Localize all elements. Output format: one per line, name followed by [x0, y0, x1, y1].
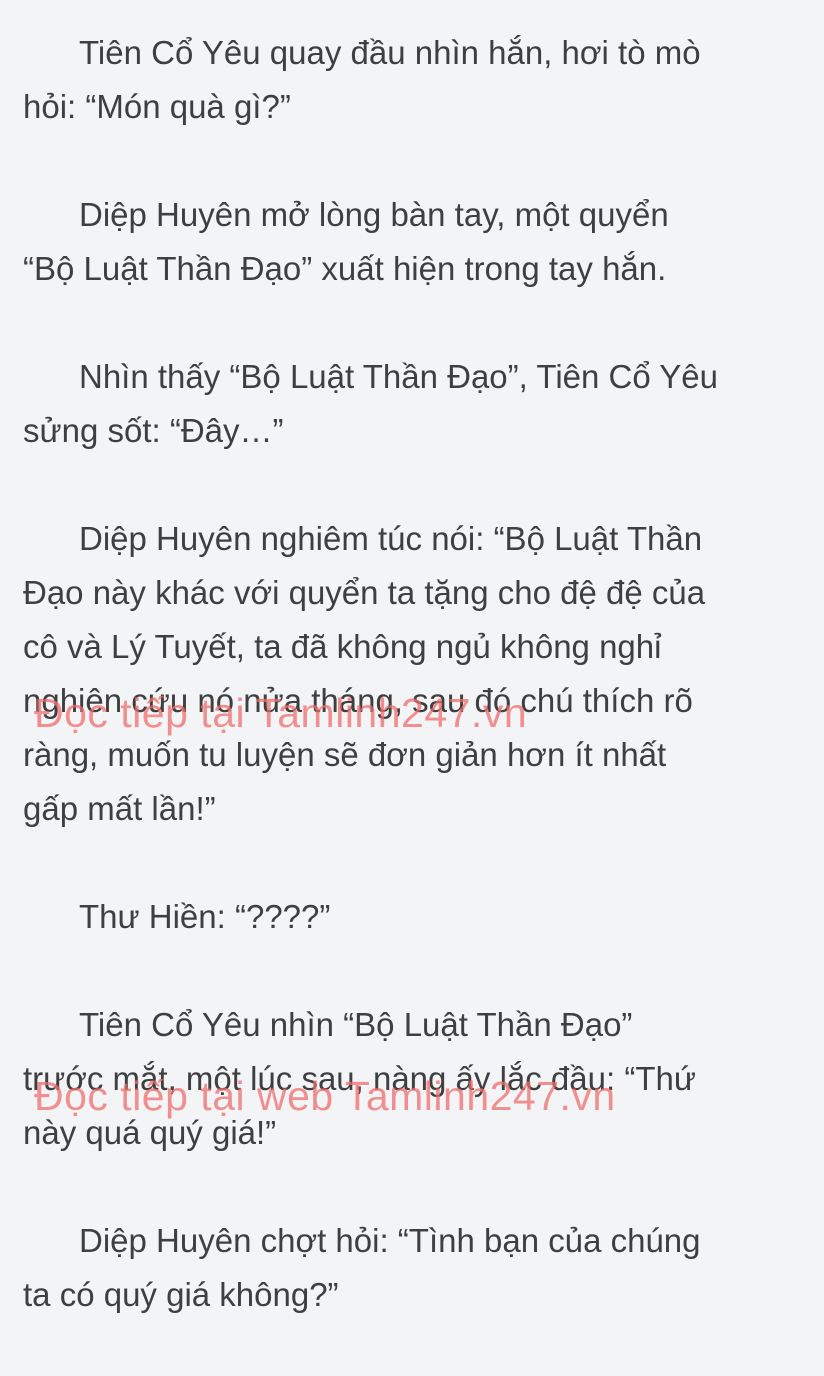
text-line: sửng sốt: “Đây…”	[23, 412, 284, 449]
text-line: Diệp Huyên mở lòng bàn tay, một quyển	[79, 196, 669, 233]
text-line: hỏi: “Món quà gì?”	[23, 88, 291, 125]
paragraph: Tiên Cổ Yêu nhìn “Bộ Luật Thần Đạo” trước…	[23, 998, 813, 1160]
text-line: Thư Hiền: “????”	[79, 898, 331, 935]
paragraph: Diệp Huyên mở lòng bàn tay, một quyển “Bộ…	[23, 188, 813, 296]
text-line: ta có quý giá không?”	[23, 1276, 339, 1313]
text-line: Diệp Huyên nghiêm túc nói: “Bộ Luật Thần	[79, 520, 703, 557]
story-text: Tiên Cổ Yêu quay đầu nhìn hắn, hơi tò mò…	[23, 26, 813, 1376]
text-line: cô và Lý Tuyết, ta đã không ngủ không ng…	[23, 628, 662, 665]
text-line: ràng, muốn tu luyện sẽ đơn giản hơn ít n…	[23, 736, 667, 773]
paragraph: Diệp Huyên nghiêm túc nói: “Bộ Luật Thần…	[23, 512, 813, 836]
paragraph: Nhìn thấy “Bộ Luật Thần Đạo”, Tiên Cổ Yê…	[23, 350, 813, 458]
text-line: Đạo này khác với quyển ta tặng cho đệ đệ…	[23, 574, 706, 611]
text-line: Diệp Huyên chợt hỏi: “Tình bạn của chúng	[79, 1222, 701, 1259]
text-line: nghiên cứu nó nửa tháng, sau đó chú thíc…	[23, 682, 693, 719]
text-line: gấp mất lần!”	[23, 790, 216, 827]
text-line: Nhìn thấy “Bộ Luật Thần Đạo”, Tiên Cổ Yê…	[79, 358, 719, 395]
paragraph: Diệp Huyên chợt hỏi: “Tình bạn của chúng…	[23, 1214, 813, 1322]
text-line: “Bộ Luật Thần Đạo” xuất hiện trong tay h…	[23, 250, 667, 287]
text-line: này quá quý giá!”	[23, 1114, 277, 1151]
text-line: Tiên Cổ Yêu quay đầu nhìn hắn, hơi tò mò	[79, 34, 701, 71]
text-line: trước mắt, một lúc sau, nàng ấy lắc đầu:…	[23, 1060, 696, 1097]
paragraph: Tiên Cổ Yêu quay đầu nhìn hắn, hơi tò mò…	[23, 26, 813, 134]
text-line: Tiên Cổ Yêu nhìn “Bộ Luật Thần Đạo”	[79, 1006, 633, 1043]
paragraph: Thư Hiền: “????”	[23, 890, 813, 944]
